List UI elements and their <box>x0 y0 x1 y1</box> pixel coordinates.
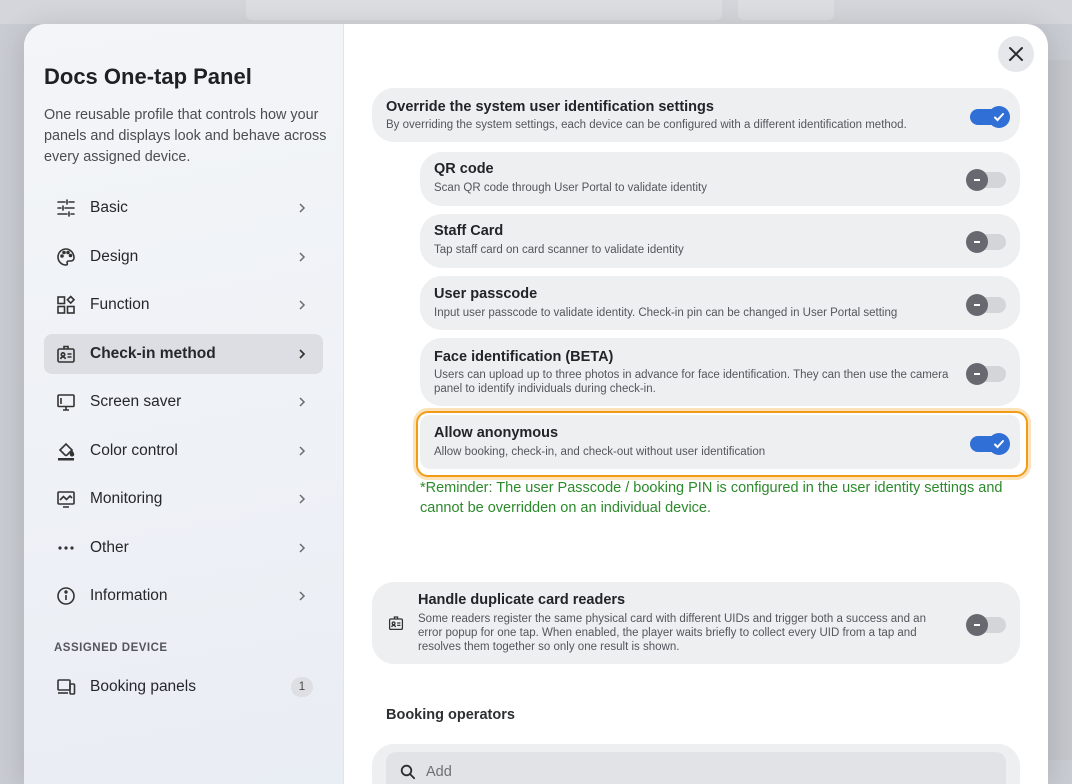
check-icon <box>988 433 1010 455</box>
sidebar-item-information[interactable]: Information <box>44 576 323 616</box>
method-subtitle: Users can upload up to three photos in a… <box>434 369 949 395</box>
more-dots-icon <box>58 545 74 550</box>
sidebar-item-booking-panels[interactable]: Booking panels 1 <box>44 667 323 707</box>
sidebar-nav: Basic Design Function Check-in method Sc <box>44 188 323 625</box>
chevron-right-icon <box>299 397 306 407</box>
sidebar-item-label: Check-in method <box>90 344 216 362</box>
override-setting-card: Override the system user identification … <box>372 88 1020 142</box>
chevron-right-icon <box>299 445 306 456</box>
booking-operators-heading: Booking operators <box>386 707 515 723</box>
sidebar-item-label: Booking panels <box>90 678 196 695</box>
paint-bucket-icon <box>58 442 75 460</box>
method-subtitle: Scan QR code through User Portal to vali… <box>434 182 707 194</box>
chevron-right-icon <box>299 203 306 213</box>
chevron-right-icon <box>299 494 306 504</box>
check-icon <box>988 106 1010 128</box>
chevron-right-icon <box>299 348 306 359</box>
profile-description: One reusable profile that controls how y… <box>44 107 327 165</box>
sidebar-item-label: Other <box>90 538 129 556</box>
search-placeholder: Add <box>426 764 452 780</box>
monitor-icon <box>57 394 75 411</box>
duplicate-card-readers-toggle[interactable] <box>966 614 1006 636</box>
method-title: Staff Card <box>434 223 504 239</box>
chart-monitor-icon <box>57 491 75 508</box>
override-title: Override the system user identification … <box>386 99 714 115</box>
id-badge-icon <box>57 345 75 363</box>
sidebar-item-label: Information <box>90 587 168 604</box>
sidebar-item-check-in-method[interactable]: Check-in method <box>44 333 323 374</box>
duplicate-title: Handle duplicate card readers <box>418 592 626 608</box>
sidebar-item-basic[interactable]: Basic <box>44 188 323 228</box>
booking-operators-box: Add <box>372 744 1020 784</box>
close-button[interactable] <box>998 36 1034 72</box>
sidebar-item-design[interactable]: Design <box>44 237 323 277</box>
face-identification-toggle[interactable] <box>966 363 1006 385</box>
chevron-right-icon <box>299 251 306 262</box>
main-panel: Override the system user identification … <box>344 24 1048 784</box>
info-icon <box>57 587 75 605</box>
method-title: User passcode <box>434 286 538 302</box>
method-card-face-identification: Face identification (BETA) Users can upl… <box>420 338 1020 406</box>
chevron-right-icon <box>299 542 306 553</box>
operator-search-input[interactable]: Add <box>386 752 1006 784</box>
sidebar-item-function[interactable]: Function <box>44 285 323 325</box>
sidebar-item-monitoring[interactable]: Monitoring <box>44 479 323 519</box>
sidebar-item-label: Monitoring <box>90 490 163 507</box>
background-search <box>246 0 722 20</box>
sidebar-item-label: Basic <box>90 199 128 216</box>
assigned-device-heading: ASSIGNED DEVICE <box>54 642 168 654</box>
method-card-allow-anonymous: Allow anonymous Allow booking, check-in,… <box>420 415 1020 469</box>
method-title: Face identification (BETA) <box>434 349 614 365</box>
qr-code-toggle[interactable] <box>966 169 1006 191</box>
sidebar-item-label: Function <box>90 296 150 313</box>
widgets-icon <box>57 295 76 314</box>
method-card-staff-card: Staff Card Tap staff card on card scanne… <box>420 214 1020 268</box>
sliders-icon <box>57 199 75 217</box>
search-icon <box>400 764 416 780</box>
background-panel <box>1048 60 1072 760</box>
sidebar: Docs One-tap Panel One reusable profile … <box>24 24 344 784</box>
override-subtitle: By overriding the system settings, each … <box>386 119 907 131</box>
minus-icon <box>966 231 988 253</box>
sidebar-item-other[interactable]: Other <box>44 528 323 568</box>
minus-icon <box>966 614 988 636</box>
method-card-user-passcode: User passcode Input user passcode to val… <box>420 276 1020 330</box>
close-icon <box>1009 47 1023 61</box>
method-card-qr-code: QR code Scan QR code through User Portal… <box>420 152 1020 206</box>
sidebar-item-label: Color control <box>90 441 178 459</box>
method-subtitle: Input user passcode to validate identity… <box>434 307 898 319</box>
profile-title: Docs One-tap Panel <box>44 64 252 89</box>
count-badge: 1 <box>291 677 313 697</box>
duplicate-card-readers-card: Handle duplicate card readers Some reade… <box>372 582 1020 664</box>
background-button <box>738 0 834 20</box>
sidebar-item-label: Screen saver <box>90 393 182 410</box>
sidebar-item-color-control[interactable]: Color control <box>44 431 323 471</box>
duplicate-subtitle: Some readers register the same physical … <box>418 613 926 653</box>
devices-icon <box>57 679 76 695</box>
override-toggle[interactable] <box>970 106 1010 128</box>
user-passcode-toggle[interactable] <box>966 294 1006 316</box>
method-title: QR code <box>434 161 494 177</box>
chevron-right-icon <box>299 300 306 310</box>
sidebar-item-label: Design <box>90 247 139 265</box>
palette-icon <box>57 247 75 266</box>
id-card-icon <box>388 616 404 631</box>
reminder-note: *Reminder: The user Passcode / booking P… <box>420 480 1003 516</box>
method-title: Allow anonymous <box>434 425 559 441</box>
method-subtitle: Allow booking, check-in, and check-out w… <box>434 446 766 458</box>
minus-icon <box>966 169 988 191</box>
sidebar-item-screen-saver[interactable]: Screen saver <box>44 382 323 422</box>
settings-modal: Docs One-tap Panel One reusable profile … <box>24 24 1048 784</box>
minus-icon <box>966 294 988 316</box>
minus-icon <box>966 363 988 385</box>
chevron-right-icon <box>299 591 306 601</box>
staff-card-toggle[interactable] <box>966 231 1006 253</box>
method-subtitle: Tap staff card on card scanner to valida… <box>434 244 684 256</box>
allow-anonymous-toggle[interactable] <box>970 433 1010 455</box>
